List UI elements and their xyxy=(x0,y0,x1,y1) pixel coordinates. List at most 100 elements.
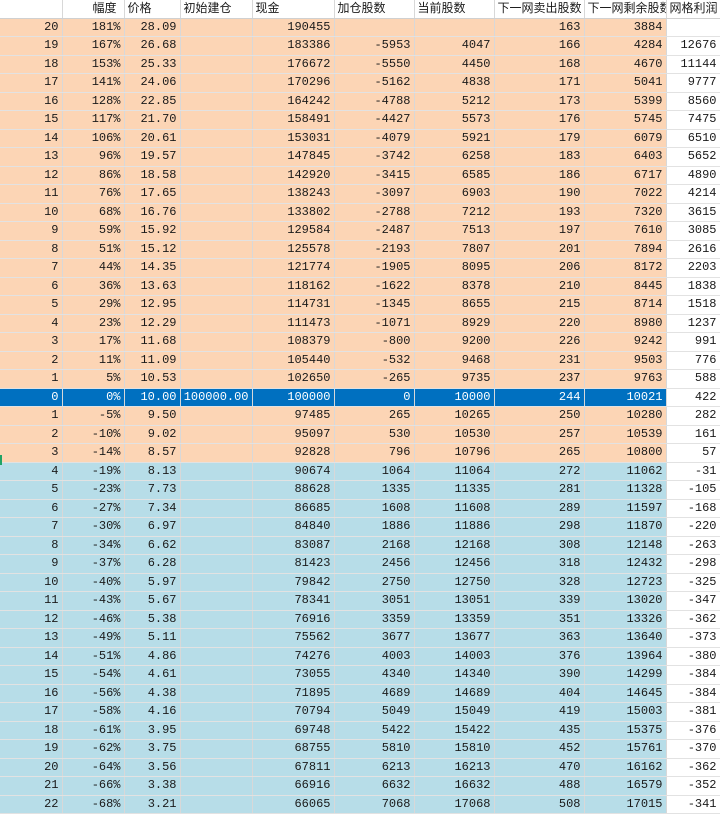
cell-initial-position[interactable] xyxy=(180,18,253,37)
cell-change[interactable]: -23% xyxy=(62,480,125,500)
cell-initial-position[interactable] xyxy=(180,129,253,148)
header-price[interactable]: 价格 xyxy=(124,0,181,19)
cell-next-sell-shares[interactable]: 281 xyxy=(494,480,585,500)
cell-current-shares[interactable]: 15049 xyxy=(414,702,495,722)
cell-add-shares[interactable]: 5810 xyxy=(334,739,415,759)
cell-price[interactable]: 4.38 xyxy=(124,684,181,703)
cell-cash[interactable]: 176672 xyxy=(252,55,335,74)
cell-add-shares[interactable]: 2456 xyxy=(334,554,415,574)
cell-current-shares[interactable]: 17068 xyxy=(414,795,495,814)
cell-next-sell-shares[interactable]: 197 xyxy=(494,221,585,241)
cell-initial-position[interactable] xyxy=(180,203,253,222)
cell-add-shares[interactable]: -3415 xyxy=(334,166,415,185)
cell-add-shares[interactable]: 1608 xyxy=(334,499,415,518)
cell-next-sell-shares[interactable]: 171 xyxy=(494,73,585,93)
cell-change[interactable]: -64% xyxy=(62,758,125,777)
cell-initial-position[interactable] xyxy=(180,55,253,74)
cell-grid-profit[interactable]: 1838 xyxy=(666,277,720,296)
cell-change[interactable]: -49% xyxy=(62,628,125,648)
cell-current-shares[interactable]: 6585 xyxy=(414,166,495,185)
cell-add-shares[interactable]: -3097 xyxy=(334,184,415,204)
cell-price[interactable]: 21.70 xyxy=(124,110,181,130)
cell-change[interactable]: 5% xyxy=(62,369,125,389)
cell-price[interactable]: 3.75 xyxy=(124,739,181,759)
cell-cash[interactable]: 86685 xyxy=(252,499,335,518)
cell-next-sell-shares[interactable]: 435 xyxy=(494,721,585,740)
cell-price[interactable]: 11.68 xyxy=(124,332,181,352)
cell-next-remaining-shares[interactable]: 10021 xyxy=(584,388,667,407)
cell-price[interactable]: 3.38 xyxy=(124,776,181,796)
cell-cash[interactable]: 75562 xyxy=(252,628,335,648)
cell-next-sell-shares[interactable]: 244 xyxy=(494,388,585,407)
cell-price[interactable]: 5.67 xyxy=(124,591,181,611)
cell-change[interactable]: -14% xyxy=(62,443,125,463)
cell-current-shares[interactable]: 13359 xyxy=(414,610,495,629)
cell-next-sell-shares[interactable]: 215 xyxy=(494,295,585,315)
cell-price[interactable]: 28.09 xyxy=(124,18,181,37)
cell-next-sell-shares[interactable]: 452 xyxy=(494,739,585,759)
cell-cash[interactable]: 183386 xyxy=(252,36,335,56)
cell-next-remaining-shares[interactable]: 6403 xyxy=(584,147,667,167)
cell-cash[interactable]: 158491 xyxy=(252,110,335,130)
cell-grid-profit[interactable]: -380 xyxy=(666,647,720,666)
cell-cash[interactable]: 78341 xyxy=(252,591,335,611)
cell-current-shares[interactable]: 10000 xyxy=(414,388,495,407)
cell-next-remaining-shares[interactable]: 11597 xyxy=(584,499,667,518)
cell-next-sell-shares[interactable]: 390 xyxy=(494,665,585,685)
cell-level[interactable]: 13 xyxy=(0,628,63,648)
cell-add-shares[interactable]: -265 xyxy=(334,369,415,389)
cell-price[interactable]: 4.86 xyxy=(124,647,181,666)
cell-current-shares[interactable]: 8095 xyxy=(414,258,495,278)
cell-add-shares[interactable]: -2487 xyxy=(334,221,415,241)
cell-cash[interactable]: 84840 xyxy=(252,517,335,537)
cell-next-remaining-shares[interactable]: 13964 xyxy=(584,647,667,666)
cell-change[interactable]: -5% xyxy=(62,406,125,426)
cell-level[interactable]: 0 xyxy=(0,388,63,407)
cell-current-shares[interactable]: 8655 xyxy=(414,295,495,315)
cell-price[interactable]: 10.00 xyxy=(124,388,181,407)
header-change[interactable]: 幅度 xyxy=(62,0,125,19)
cell-grid-profit[interactable]: -352 xyxy=(666,776,720,796)
cell-initial-position[interactable] xyxy=(180,314,253,333)
cell-change[interactable]: -34% xyxy=(62,536,125,555)
cell-initial-position[interactable] xyxy=(180,647,253,666)
cell-cash[interactable]: 147845 xyxy=(252,147,335,167)
cell-current-shares[interactable]: 14003 xyxy=(414,647,495,666)
cell-initial-position[interactable] xyxy=(180,110,253,130)
cell-current-shares[interactable]: 16213 xyxy=(414,758,495,777)
cell-current-shares[interactable]: 7513 xyxy=(414,221,495,241)
cell-next-remaining-shares[interactable]: 3884 xyxy=(584,18,667,37)
cell-change[interactable]: -54% xyxy=(62,665,125,685)
cell-level[interactable]: 3 xyxy=(0,332,63,352)
cell-next-remaining-shares[interactable]: 16579 xyxy=(584,776,667,796)
cell-change[interactable]: 17% xyxy=(62,332,125,352)
cell-price[interactable]: 22.85 xyxy=(124,92,181,111)
cell-grid-profit[interactable]: 1237 xyxy=(666,314,720,333)
cell-initial-position[interactable] xyxy=(180,499,253,518)
cell-price[interactable]: 26.68 xyxy=(124,36,181,56)
cell-grid-profit[interactable]: -384 xyxy=(666,665,720,685)
cell-grid-profit[interactable]: 57 xyxy=(666,443,720,463)
cell-initial-position[interactable] xyxy=(180,758,253,777)
cell-change[interactable]: 128% xyxy=(62,92,125,111)
cell-grid-profit[interactable]: -362 xyxy=(666,610,720,629)
cell-next-sell-shares[interactable]: 226 xyxy=(494,332,585,352)
cell-current-shares[interactable]: 4047 xyxy=(414,36,495,56)
cell-price[interactable]: 19.57 xyxy=(124,147,181,167)
cell-level[interactable]: 5 xyxy=(0,480,63,500)
cell-next-remaining-shares[interactable]: 15375 xyxy=(584,721,667,740)
cell-change[interactable]: 106% xyxy=(62,129,125,148)
cell-grid-profit[interactable]: -105 xyxy=(666,480,720,500)
cell-current-shares[interactable]: 10265 xyxy=(414,406,495,426)
cell-add-shares[interactable]: 6213 xyxy=(334,758,415,777)
cell-price[interactable]: 16.76 xyxy=(124,203,181,222)
cell-initial-position[interactable] xyxy=(180,406,253,426)
cell-cash[interactable]: 71895 xyxy=(252,684,335,703)
cell-cash[interactable]: 114731 xyxy=(252,295,335,315)
cell-cash[interactable]: 92828 xyxy=(252,443,335,463)
cell-current-shares[interactable]: 7212 xyxy=(414,203,495,222)
cell-cash[interactable]: 95097 xyxy=(252,425,335,444)
cell-next-remaining-shares[interactable]: 8714 xyxy=(584,295,667,315)
cell-level[interactable]: 16 xyxy=(0,92,63,111)
cell-initial-position[interactable] xyxy=(180,295,253,315)
